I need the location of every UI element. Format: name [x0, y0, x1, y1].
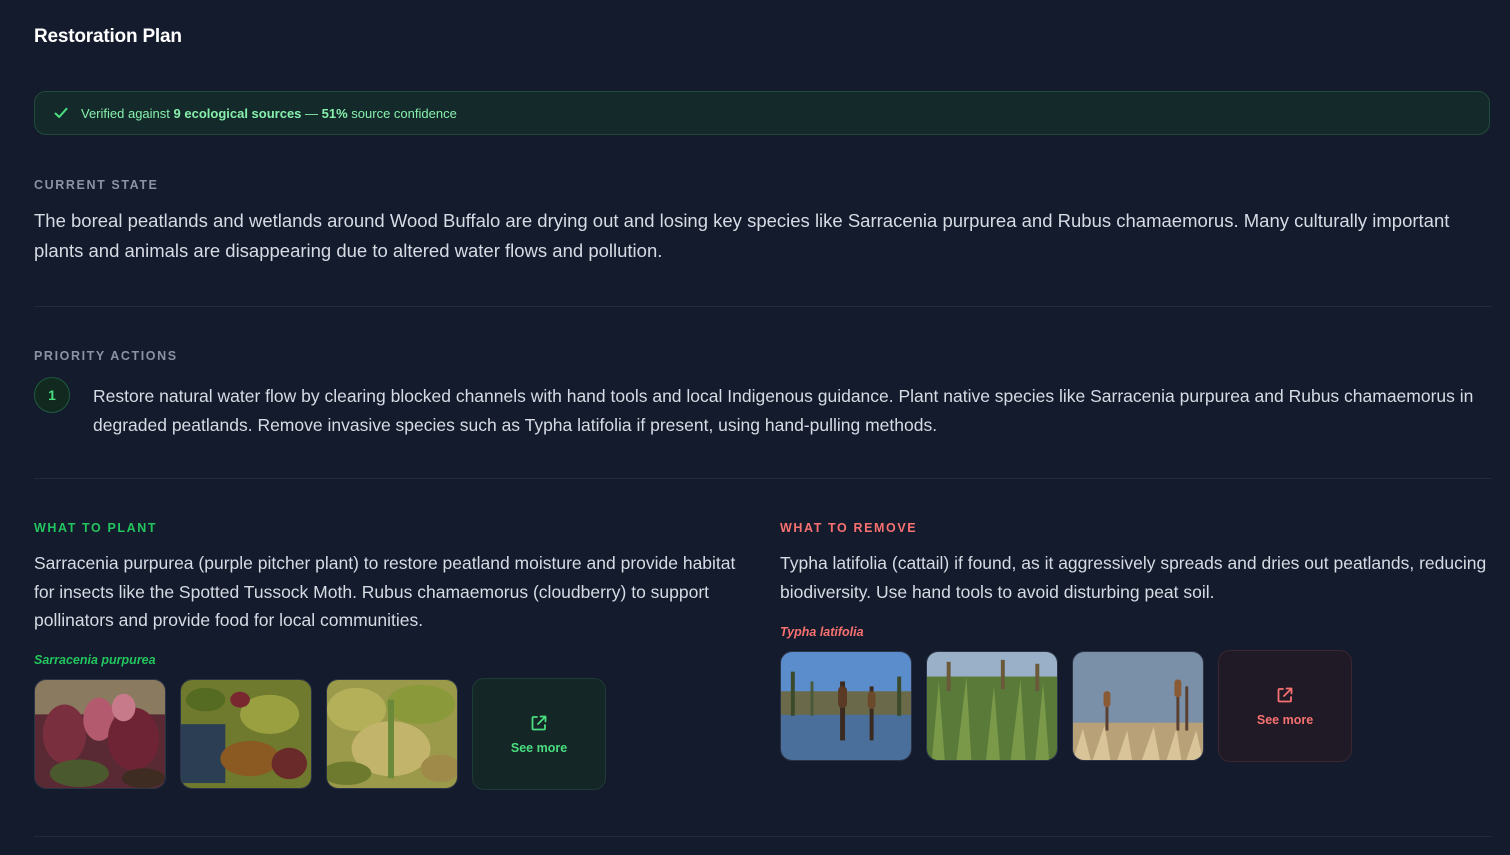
verification-confidence: 51% — [321, 105, 348, 121]
divider — [34, 478, 1492, 479]
plant-photo-3[interactable] — [326, 679, 458, 789]
verification-count: 9 — [173, 105, 181, 121]
what-to-remove-label: WHAT TO REMOVE — [780, 521, 918, 535]
what-to-plant-text: Sarracenia purpurea (purple pitcher plan… — [34, 553, 736, 630]
verification-banner: Verified against 9 ecological sources — … — [34, 91, 1490, 135]
verification-confidence-label: source confidence — [347, 105, 457, 121]
remove-species-name: Typha latifolia — [780, 625, 864, 639]
remove-photo-1[interactable] — [780, 651, 912, 761]
external-link-icon — [531, 715, 547, 731]
divider — [34, 836, 1492, 837]
plant-photo-2[interactable] — [180, 679, 312, 789]
action-step-number: 1 — [34, 377, 70, 413]
verification-prefix: Verified against — [81, 105, 174, 121]
current-state-label: CURRENT STATE — [34, 178, 159, 192]
remove-photo-3[interactable] — [1072, 651, 1204, 761]
action-step-text: Restore natural water flow by clearing b… — [93, 386, 1474, 435]
plant-photo-1[interactable] — [34, 679, 166, 789]
plant-see-more-label: See more — [510, 741, 568, 755]
remove-see-more-button[interactable]: See more — [1218, 650, 1352, 762]
verification-sources-label: ecological sources — [180, 105, 302, 121]
remove-photo-2[interactable] — [926, 651, 1058, 761]
current-state-text: The boreal peatlands and wetlands around… — [34, 210, 1450, 261]
what-to-plant-label: WHAT TO PLANT — [34, 521, 158, 535]
page-title: Restoration Plan — [34, 26, 182, 47]
verification-separator: — — [301, 105, 322, 121]
remove-see-more-label: See more — [1256, 713, 1314, 727]
external-link-icon — [1277, 687, 1293, 703]
check-icon — [54, 107, 68, 118]
what-to-remove-text: Typha latifolia (cattail) if found, as i… — [780, 553, 1487, 602]
priority-actions-label: PRIORITY ACTIONS — [34, 349, 178, 363]
plant-species-name: Sarracenia purpurea — [34, 653, 156, 667]
plant-see-more-button[interactable]: See more — [472, 678, 606, 790]
divider — [34, 306, 1492, 307]
